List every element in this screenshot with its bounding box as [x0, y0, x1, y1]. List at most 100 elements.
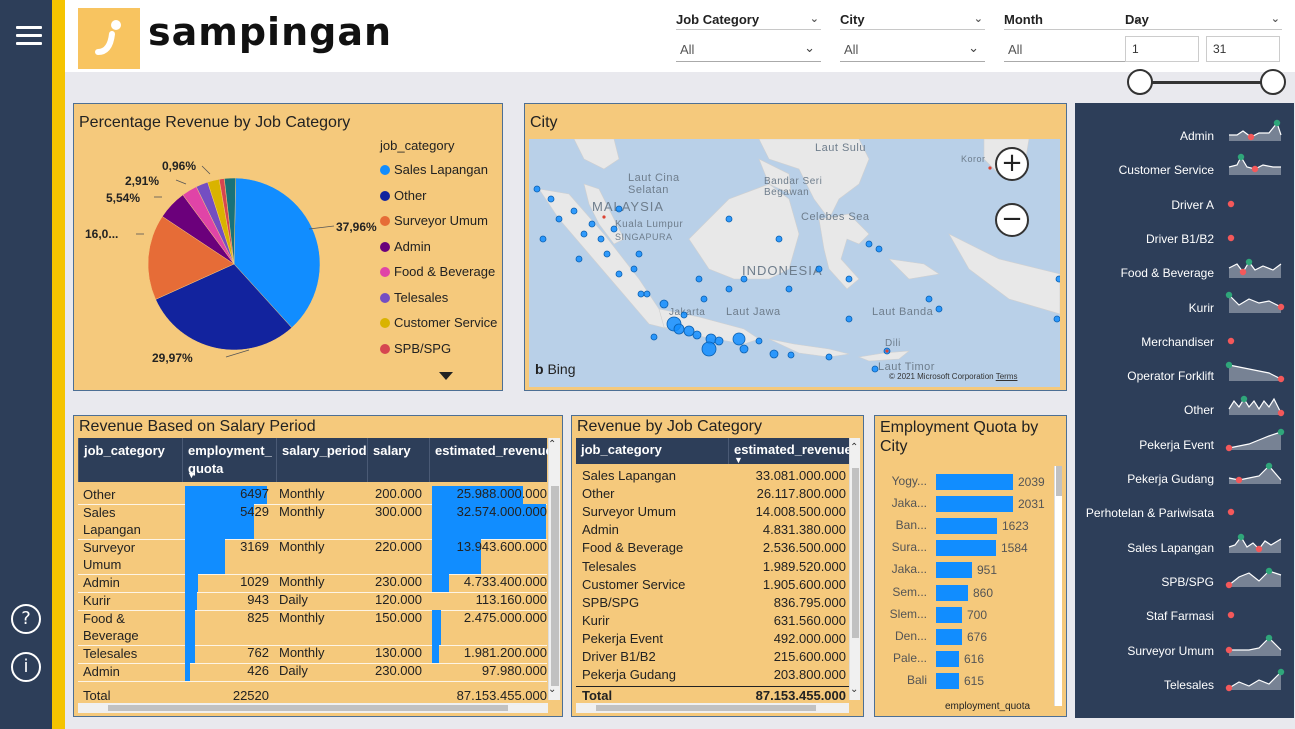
- sparkline-chart[interactable]: [1225, 494, 1287, 520]
- month-dropdown[interactable]: All⌄: [1004, 36, 1144, 62]
- sparkline-chart[interactable]: [1225, 151, 1287, 177]
- sparkline-chart[interactable]: [1225, 254, 1287, 280]
- city-bubble[interactable]: [701, 341, 717, 357]
- salary-table-hscroll[interactable]: [78, 703, 548, 713]
- city-bubble[interactable]: [680, 311, 688, 319]
- column-header-job-category[interactable]: job_category: [576, 438, 728, 464]
- scroll-thumb[interactable]: [852, 468, 859, 638]
- scroll-up-icon[interactable]: ⌃: [548, 439, 556, 450]
- column-header-estimated-revenue[interactable]: estimated_revenue: [728, 438, 852, 464]
- chevron-down-icon[interactable]: ⌄: [1271, 12, 1280, 25]
- city-bubble[interactable]: [615, 205, 623, 213]
- city-bubble[interactable]: [769, 349, 779, 359]
- day-slider-track[interactable]: [1140, 81, 1273, 84]
- legend-item[interactable]: Telesales: [380, 290, 448, 305]
- city-bubble[interactable]: [935, 305, 943, 313]
- zoom-in-button[interactable]: +: [995, 147, 1029, 181]
- city-bubble[interactable]: [740, 275, 748, 283]
- sparkline-chart[interactable]: [1225, 289, 1287, 315]
- column-header-salaryperiod[interactable]: salary_period: [276, 438, 367, 482]
- help-icon[interactable]: ?: [11, 604, 41, 634]
- city-bubble[interactable]: [637, 290, 645, 298]
- sparkline-chart[interactable]: [1225, 563, 1287, 589]
- sparkline-chart[interactable]: [1225, 666, 1287, 692]
- city-bubble[interactable]: [825, 353, 833, 361]
- city-bubble[interactable]: [1055, 275, 1060, 283]
- job-category-slicer[interactable]: Job Category ⌄ All ⌄: [676, 12, 821, 62]
- column-header-salary[interactable]: salary: [367, 438, 429, 482]
- city-bubble[interactable]: [539, 235, 547, 243]
- quota-bar[interactable]: [936, 518, 997, 535]
- legend-scroll-down-icon[interactable]: [437, 370, 455, 382]
- city-bubble[interactable]: [732, 332, 746, 346]
- city-bubble[interactable]: [785, 285, 793, 293]
- city-bubble[interactable]: [575, 255, 583, 263]
- sparkline-chart[interactable]: [1225, 220, 1287, 246]
- day-slider-start-handle[interactable]: [1127, 69, 1153, 95]
- quota-bar[interactable]: [936, 496, 1013, 513]
- quota-bar[interactable]: [936, 562, 972, 579]
- city-bubble[interactable]: [683, 325, 695, 337]
- hamburger-icon[interactable]: [16, 26, 42, 46]
- day-to-input[interactable]: 31: [1206, 36, 1280, 62]
- city-bubble[interactable]: [875, 245, 883, 253]
- legend-item[interactable]: Other: [380, 188, 427, 203]
- city-bubble[interactable]: [610, 225, 618, 233]
- city-bubble[interactable]: [643, 290, 651, 298]
- legend-item[interactable]: Admin: [380, 239, 431, 254]
- sparkline-chart[interactable]: [1225, 323, 1287, 349]
- map-city-bubbles[interactable]: [529, 139, 1060, 387]
- sparkline-chart[interactable]: [1225, 597, 1287, 623]
- city-bubble[interactable]: [1053, 315, 1060, 323]
- quota-bar[interactable]: [936, 540, 996, 557]
- column-header-employmentquota[interactable]: employment_ quota: [182, 438, 276, 482]
- scroll-down-icon[interactable]: ⌄: [850, 684, 858, 695]
- legend-item[interactable]: Food & Beverage: [380, 264, 495, 279]
- city-bubble[interactable]: [865, 240, 873, 248]
- scroll-thumb[interactable]: [108, 705, 508, 711]
- city-bubble[interactable]: [597, 235, 605, 243]
- legend-item[interactable]: Surveyor Umum: [380, 213, 488, 228]
- scroll-thumb[interactable]: [596, 705, 816, 711]
- sparkline-chart[interactable]: [1225, 357, 1287, 383]
- quota-bar[interactable]: [936, 672, 959, 689]
- scroll-down-icon[interactable]: ⌄: [548, 684, 556, 695]
- sort-desc-icon[interactable]: ▼: [734, 455, 743, 465]
- job-category-dropdown[interactable]: All ⌄: [676, 36, 821, 62]
- city-bubble[interactable]: [555, 215, 563, 223]
- legend-item[interactable]: SPB/SPG: [380, 341, 451, 356]
- sparkline-chart[interactable]: [1225, 426, 1287, 452]
- city-bubble[interactable]: [775, 235, 783, 243]
- city-bubble[interactable]: [815, 265, 823, 273]
- scroll-thumb[interactable]: [551, 486, 559, 686]
- month-slicer[interactable]: Month⌄ All⌄: [1004, 12, 1144, 62]
- city-bubble[interactable]: [845, 275, 853, 283]
- city-bubble[interactable]: [588, 220, 596, 228]
- city-bubble[interactable]: [615, 270, 623, 278]
- quota-bar[interactable]: [936, 650, 959, 667]
- city-bubble[interactable]: [650, 333, 658, 341]
- sparkline-chart[interactable]: [1225, 632, 1287, 658]
- quota-bar[interactable]: [936, 606, 962, 623]
- city-bubble[interactable]: [570, 207, 578, 215]
- city-slicer[interactable]: City ⌄ All ⌄: [840, 12, 985, 62]
- city-bubble[interactable]: [659, 299, 669, 309]
- city-bubble[interactable]: [725, 215, 733, 223]
- city-bubble[interactable]: [787, 351, 795, 359]
- day-slider-end-handle[interactable]: [1260, 69, 1286, 95]
- revenue-table-vscroll[interactable]: [849, 438, 860, 700]
- quota-bar[interactable]: [936, 584, 968, 601]
- city-bubble[interactable]: [695, 275, 703, 283]
- city-bubble[interactable]: [692, 330, 702, 340]
- sort-desc-icon[interactable]: ▼: [187, 470, 196, 480]
- terms-link[interactable]: Terms: [996, 372, 1018, 381]
- sparkline-chart[interactable]: [1225, 529, 1287, 555]
- quota-bar[interactable]: [936, 474, 1013, 490]
- city-bubble[interactable]: [700, 295, 708, 303]
- sparkline-chart[interactable]: [1225, 186, 1287, 212]
- revenue-table-hscroll[interactable]: [576, 703, 849, 713]
- salary-table-vscroll[interactable]: [548, 438, 560, 700]
- quota-bar[interactable]: [936, 628, 962, 645]
- sparkline-chart[interactable]: [1225, 391, 1287, 417]
- column-header-jobcategory[interactable]: job_category: [78, 438, 182, 482]
